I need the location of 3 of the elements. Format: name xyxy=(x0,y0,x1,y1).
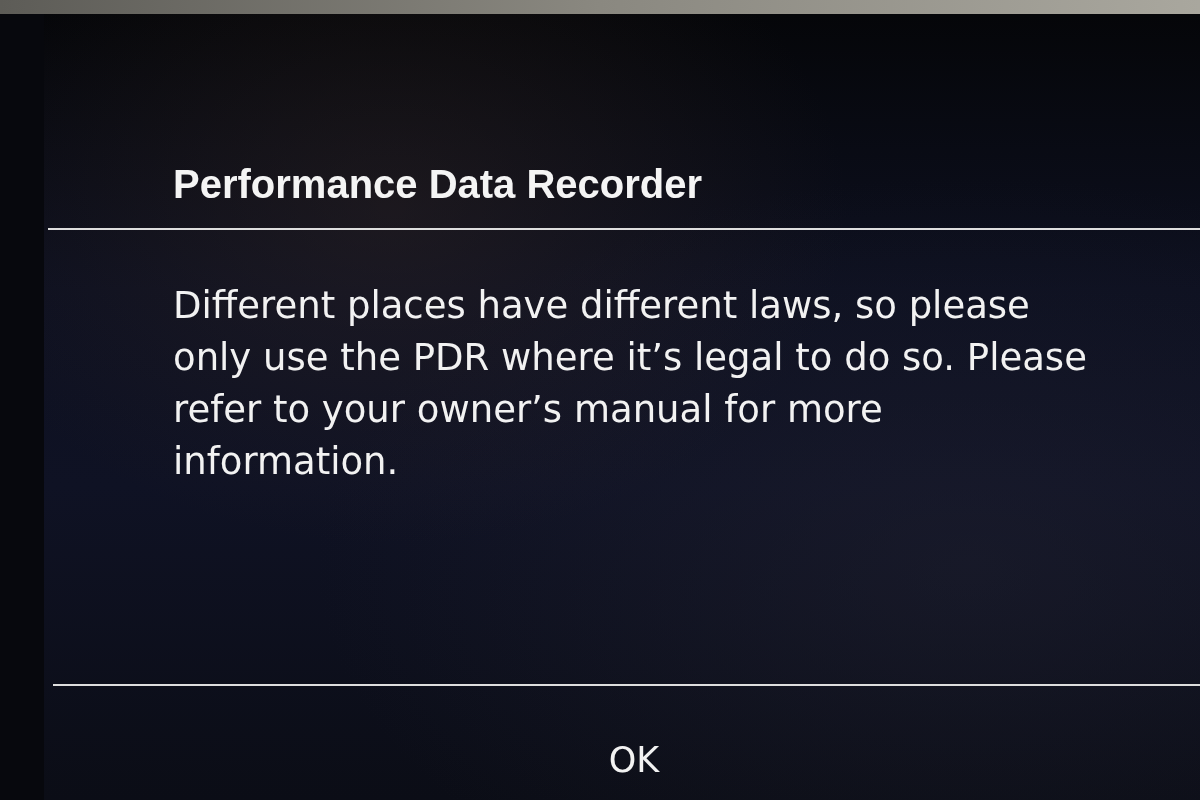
ok-button[interactable]: OK xyxy=(584,730,684,790)
dialog-title: Performance Data Recorder xyxy=(173,162,703,206)
dialog-message: Different places have different laws, so please only use the PDR where it’s legal to do so. Please refer to your owner’s manual for more information. xyxy=(173,283,1088,485)
